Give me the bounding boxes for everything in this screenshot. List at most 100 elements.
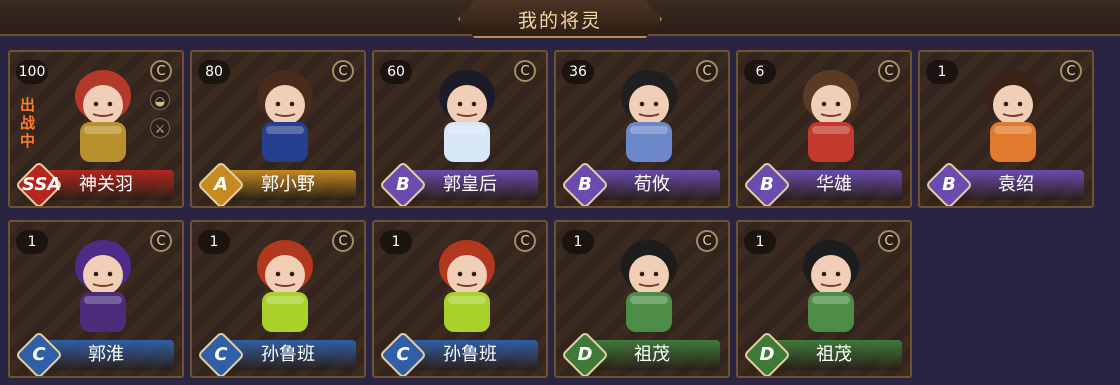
face-shape	[265, 255, 305, 295]
c-icon[interactable]: C	[514, 230, 536, 252]
hero-name: 孙鲁班	[261, 344, 315, 365]
collar-shape	[84, 296, 122, 304]
hero-name: 神关羽	[79, 174, 133, 195]
eye-shape	[653, 271, 659, 277]
grade-text: C	[32, 344, 46, 365]
eye-shape	[275, 271, 281, 277]
hero-card[interactable]: 60 C 郭皇后 B	[372, 50, 548, 208]
level-badge: 36	[562, 60, 594, 84]
hero-card[interactable]: 80 C 郭小野 A	[190, 50, 366, 208]
collar-shape	[994, 126, 1032, 134]
collar-shape	[84, 126, 122, 134]
eye-shape	[107, 101, 113, 107]
level-badge: 6	[744, 60, 776, 84]
hero-name: 祖茂	[634, 344, 670, 365]
grade-text: C	[396, 344, 410, 365]
eye-shape	[471, 101, 477, 107]
face-shape	[447, 255, 487, 295]
c-icon[interactable]: C	[332, 230, 354, 252]
eye-shape	[821, 101, 827, 107]
level-badge: 60	[380, 60, 412, 84]
collar-shape	[448, 126, 486, 134]
face-shape	[629, 85, 669, 125]
hero-portrait	[257, 70, 313, 162]
face-shape	[447, 85, 487, 125]
face-shape	[83, 255, 123, 295]
hero-card[interactable]: 100 C ◒ ⚔ 出战中 神关羽 SSA	[8, 50, 184, 208]
hero-card[interactable]: 1 C 袁绍 B	[918, 50, 1094, 208]
face-shape	[811, 85, 851, 125]
c-icon[interactable]: C	[514, 60, 536, 82]
grade-text: B	[578, 174, 592, 195]
collar-shape	[812, 296, 850, 304]
c-icon[interactable]: C	[696, 60, 718, 82]
deploy-status: 出战中	[20, 96, 36, 150]
hero-card[interactable]: 1 C 郭淮 C	[8, 220, 184, 378]
hero-portrait	[257, 240, 313, 332]
eye-shape	[457, 271, 463, 277]
eye-shape	[93, 101, 99, 107]
collar-shape	[266, 126, 304, 134]
collar-shape	[630, 126, 668, 134]
eye-shape	[653, 101, 659, 107]
hero-portrait	[439, 240, 495, 332]
face-shape	[629, 255, 669, 295]
hero-card[interactable]: 1 C 祖茂 D	[554, 220, 730, 378]
level-badge: 1	[198, 230, 230, 254]
collar-shape	[448, 296, 486, 304]
eye-shape	[275, 101, 281, 107]
hero-card[interactable]: 6 C 华雄 B	[736, 50, 912, 208]
eye-shape	[1003, 101, 1009, 107]
grade-text: D	[577, 344, 593, 365]
level-badge: 1	[16, 230, 48, 254]
eye-shape	[457, 101, 463, 107]
c-icon[interactable]: C	[1060, 60, 1082, 82]
hero-card[interactable]: 36 C 荀攸 B	[554, 50, 730, 208]
hero-card[interactable]: 1 C 祖茂 D	[736, 220, 912, 378]
hero-portrait	[75, 240, 131, 332]
eye-shape	[821, 271, 827, 277]
grade-text: C	[214, 344, 228, 365]
collar-shape	[630, 296, 668, 304]
c-icon[interactable]: C	[878, 230, 900, 252]
grade-text: B	[942, 174, 956, 195]
grade-text: B	[760, 174, 774, 195]
hero-portrait	[803, 240, 859, 332]
hero-name: 荀攸	[634, 174, 670, 195]
c-icon[interactable]: C	[696, 230, 718, 252]
hero-name: 袁绍	[998, 174, 1034, 195]
level-badge: 1	[562, 230, 594, 254]
hero-portrait	[621, 240, 677, 332]
level-badge: 100	[16, 60, 48, 84]
hero-name: 华雄	[816, 174, 852, 195]
collar-shape	[266, 296, 304, 304]
level-badge: 80	[198, 60, 230, 84]
grade-text: A	[214, 174, 228, 195]
eye-shape	[1017, 101, 1023, 107]
grade-text: SSA	[22, 174, 62, 195]
level-badge: 1	[744, 230, 776, 254]
c-icon[interactable]: C	[332, 60, 354, 82]
hero-card[interactable]: 1 C 孙鲁班 C	[372, 220, 548, 378]
hero-portrait	[803, 70, 859, 162]
hero-name: 祖茂	[816, 344, 852, 365]
face-shape	[811, 255, 851, 295]
hero-portrait	[439, 70, 495, 162]
c-icon[interactable]: C	[150, 60, 172, 82]
grade-text: B	[396, 174, 410, 195]
page-title: 我的将灵	[517, 10, 602, 32]
c-icon[interactable]: C	[150, 230, 172, 252]
level-badge: 1	[926, 60, 958, 84]
hero-name: 郭皇后	[443, 174, 497, 195]
coin-icon: ◒	[150, 90, 170, 110]
eye-shape	[107, 271, 113, 277]
eye-shape	[289, 271, 295, 277]
face-shape	[993, 85, 1033, 125]
face-shape	[83, 85, 123, 125]
hero-name: 孙鲁班	[443, 344, 497, 365]
eye-shape	[639, 101, 645, 107]
face-shape	[265, 85, 305, 125]
level-badge: 1	[380, 230, 412, 254]
hero-card[interactable]: 1 C 孙鲁班 C	[190, 220, 366, 378]
c-icon[interactable]: C	[878, 60, 900, 82]
